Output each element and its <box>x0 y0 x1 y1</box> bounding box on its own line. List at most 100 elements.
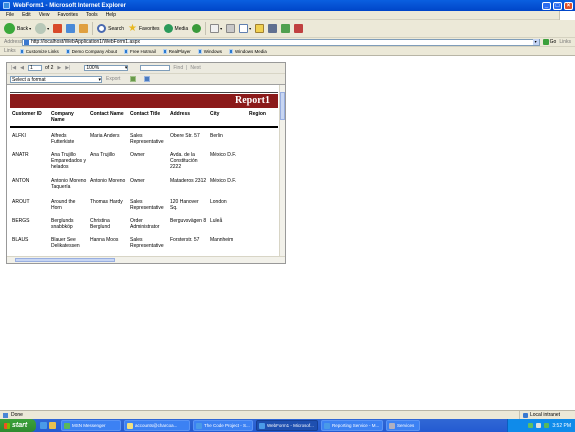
export-link[interactable]: Export <box>106 76 120 82</box>
tools-button[interactable] <box>294 24 304 33</box>
table-cell: Sales Representative <box>130 237 164 249</box>
report-viewer: |◀ ◀ 1 of 2 ▶ ▶| 100% ▾ Find | Next Selec… <box>6 62 286 264</box>
print-report-icon[interactable] <box>144 76 151 82</box>
history-button[interactable] <box>192 24 202 33</box>
chevron-down-icon[interactable]: ▾ <box>532 39 539 45</box>
link-windows[interactable]: Windows <box>197 48 222 54</box>
volume-icon[interactable] <box>536 423 542 428</box>
refresh-button[interactable] <box>66 24 76 33</box>
back-button[interactable]: Back ▾ <box>4 23 31 34</box>
menu-tools[interactable]: Tools <box>86 12 98 18</box>
taskbar-button-webform1[interactable]: WebForm1 - Microsof... <box>256 420 318 431</box>
menu-edit[interactable]: Edit <box>22 12 31 18</box>
links-toggle[interactable]: Links <box>559 39 571 45</box>
table-cell: Obere Str. 57 <box>170 133 200 139</box>
link-free-hotmail[interactable]: Free Hotmail <box>123 48 156 54</box>
star-icon: ★ <box>128 22 137 34</box>
zoom-select[interactable]: 100% ▾ <box>84 65 129 71</box>
search-button[interactable]: Search <box>97 24 124 33</box>
mail-icon <box>127 422 133 429</box>
table-cell: Christina Berglund <box>90 218 111 230</box>
ie-icon <box>3 2 10 9</box>
first-page-button[interactable]: |◀ <box>11 65 16 71</box>
scroll-thumb[interactable] <box>15 258 115 262</box>
print-button[interactable] <box>226 24 236 33</box>
close-button[interactable]: × <box>564 1 573 10</box>
minimize-button[interactable]: _ <box>542 1 551 10</box>
table-cell: Forsterstr. 57 <box>170 237 200 243</box>
link-demo-company[interactable]: Demo Company About <box>65 48 117 54</box>
find-link[interactable]: Find <box>173 65 183 71</box>
home-button[interactable] <box>79 24 89 33</box>
edit-icon <box>239 24 249 33</box>
table-cell: Alfreds Futterkiste <box>51 133 75 145</box>
taskbar-button-msn-messenger[interactable]: MSN Messenger <box>61 420 121 431</box>
vertical-scrollbar[interactable] <box>279 85 285 256</box>
column-header: Region <box>249 111 266 117</box>
menu-bar: File Edit View Favorites Tools Help <box>0 10 575 20</box>
table-cell: México D.F. <box>210 178 237 184</box>
taskbar-button-label: accounts@charcoa... <box>135 423 178 428</box>
go-button[interactable]: Go <box>542 39 556 45</box>
menu-view[interactable]: View <box>39 12 50 18</box>
table-cell: AROUT <box>12 199 30 205</box>
messenger-button[interactable] <box>281 24 291 33</box>
messenger-tray-icon[interactable] <box>544 423 550 428</box>
table-cell: London <box>210 199 227 205</box>
menu-favorites[interactable]: Favorites <box>57 12 78 18</box>
media-button[interactable]: Media <box>163 24 189 33</box>
stop-button[interactable] <box>53 24 63 33</box>
taskbar-button-label: MSN Messenger <box>72 423 106 428</box>
page-count-label: of 2 <box>45 65 54 71</box>
table-cell: Berlin <box>210 133 223 139</box>
export-format-select[interactable]: Select a format ▾ <box>10 75 102 83</box>
taskbar-button-accounts[interactable]: accounts@charcoa... <box>124 420 190 431</box>
media-label: Media <box>174 25 189 32</box>
address-input[interactable]: http://localhost/WebApplication1/WebForm… <box>22 38 540 46</box>
refresh-report-icon[interactable] <box>130 76 137 82</box>
table-cell: BERGS <box>12 218 30 224</box>
link-realplayer[interactable]: RealPlayer <box>162 48 191 54</box>
forward-arrow-icon <box>35 23 47 34</box>
mail-icon <box>210 24 220 33</box>
link-icon <box>162 48 167 54</box>
table-cell: Antonio Moreno Taquería <box>51 178 87 190</box>
desktop-quicklaunch-icon[interactable] <box>49 422 56 429</box>
go-arrow-icon <box>542 39 549 45</box>
link-icon <box>197 48 202 54</box>
menu-help[interactable]: Help <box>106 12 116 18</box>
page-number-input[interactable]: 1 <box>28 65 43 71</box>
title-bar: WebForm1 - Microsoft Internet Explorer _… <box>0 0 575 11</box>
link-customize-links[interactable]: Customize Links <box>19 48 59 54</box>
back-label: Back <box>17 25 29 32</box>
menu-file[interactable]: File <box>6 12 14 18</box>
prev-page-button[interactable]: ◀ <box>20 65 24 71</box>
quick-launch <box>40 422 58 429</box>
next-find-link[interactable]: Next <box>190 65 200 71</box>
research-button[interactable] <box>268 24 278 33</box>
discuss-button[interactable] <box>255 24 265 33</box>
last-page-button[interactable]: ▶| <box>65 65 70 71</box>
network-icon[interactable] <box>528 423 534 428</box>
ie-quicklaunch-icon[interactable] <box>40 422 47 429</box>
find-input[interactable] <box>140 65 171 71</box>
horizontal-scrollbar[interactable] <box>7 256 285 263</box>
chevron-down-icon: ▾ <box>124 65 128 71</box>
next-page-button[interactable]: ▶ <box>57 65 61 71</box>
scroll-thumb[interactable] <box>280 92 285 120</box>
intranet-icon <box>523 412 528 418</box>
page-icon <box>24 39 29 45</box>
maximize-button[interactable]: □ <box>553 1 562 10</box>
taskbar-button-reporting-service[interactable]: Reporting Service - M... <box>321 420 383 431</box>
favorites-button[interactable]: ★ Favorites <box>128 22 160 34</box>
column-header: Contact Name <box>90 111 124 117</box>
table-cell: Hanna Moos <box>90 237 119 243</box>
start-button[interactable]: start <box>0 419 36 432</box>
taskbar-button-code-project[interactable]: The Code Project - S... <box>193 420 253 431</box>
link-windows-media[interactable]: Windows Media <box>229 48 267 54</box>
mail-button[interactable]: ▾ <box>210 24 222 33</box>
forward-button[interactable]: ▾ <box>35 23 49 34</box>
table-cell: ANATR <box>12 152 29 158</box>
edit-button[interactable]: ▾ <box>239 24 251 33</box>
taskbar-button-services[interactable]: Services <box>386 420 420 431</box>
